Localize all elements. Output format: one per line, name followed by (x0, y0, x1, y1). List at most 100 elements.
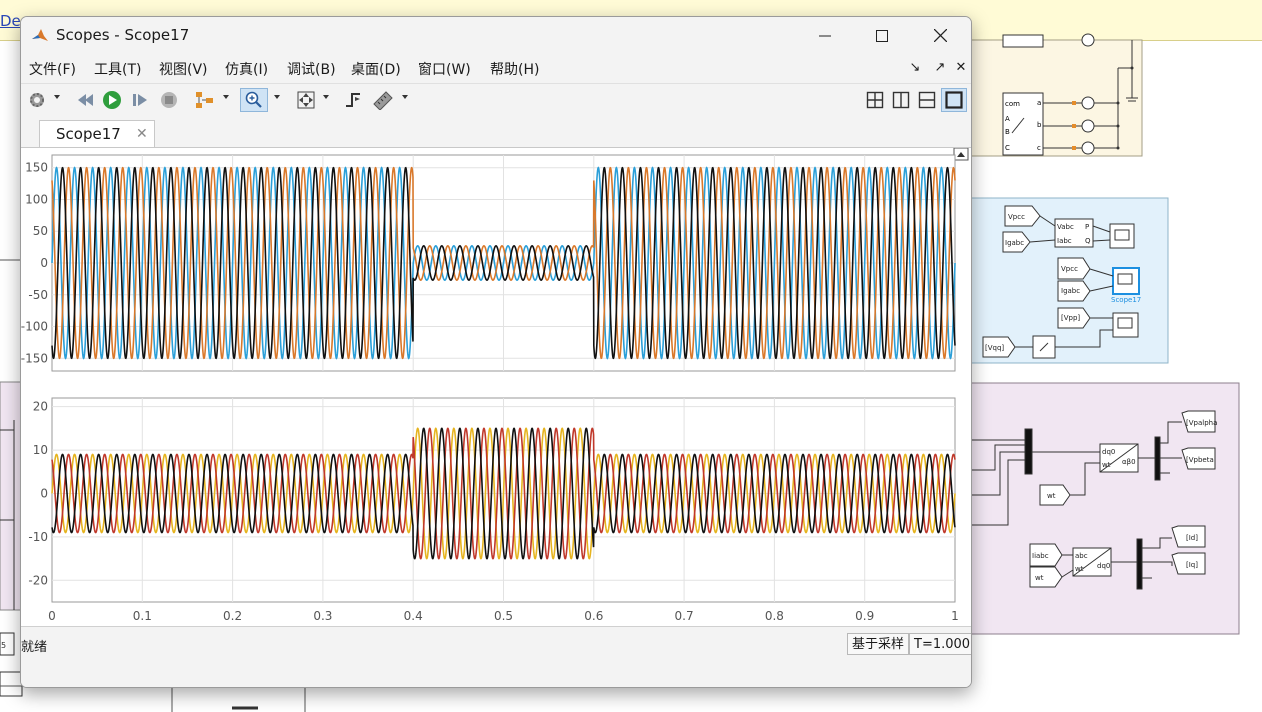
sample-mode-indicator: 基于采样 (847, 633, 910, 655)
x-tick-label: 0.8 (765, 609, 784, 623)
tab-label: Scope17 (56, 125, 121, 143)
layout-rows-icon (918, 91, 936, 109)
tab-strip: Scope17 ✕ (21, 117, 971, 148)
settings-button[interactable] (26, 88, 48, 112)
run-button[interactable] (101, 88, 123, 112)
breaker-c-out: c (1037, 144, 1041, 152)
stop-button[interactable] (158, 88, 180, 112)
wt-tag-2: wt (1035, 574, 1044, 582)
power-vabc-port: Vabc (1057, 223, 1074, 231)
id-tag: [Id] (1186, 534, 1198, 542)
wt-tag-1: wt (1047, 492, 1056, 500)
menu-file[interactable]: 文件(F) (29, 59, 76, 79)
status-bar: 就绪 基于采样 T=1.000 (21, 626, 971, 687)
y-tick-label: -100 (21, 320, 48, 334)
triggers-button[interactable] (343, 88, 365, 112)
y-tick-label: -20 (28, 573, 48, 587)
axes-1[interactable]: -150 -100 -50 0 50 100 150 (21, 154, 956, 372)
trigger-icon (346, 93, 360, 107)
play-icon (103, 91, 121, 109)
vpcc-tag-2: Vpcc (1061, 265, 1078, 273)
vpcc-tag-1: Vpcc (1008, 213, 1025, 221)
iiabc-tag: Iiabc (1032, 552, 1049, 560)
layout-columns-button[interactable] (890, 88, 912, 112)
maximize-button[interactable] (859, 17, 905, 54)
step-back-button[interactable] (75, 88, 97, 112)
status-text: 就绪 (21, 640, 48, 655)
scope17-block-label: Scope17 (1111, 296, 1141, 304)
highlight-block-button[interactable] (193, 88, 217, 112)
iq-tag: [Iq] (1186, 561, 1198, 569)
zoom-button[interactable] (240, 88, 268, 112)
tab-close-icon[interactable]: ✕ (136, 126, 148, 142)
measurements-button[interactable] (371, 88, 395, 112)
breaker-com-port: com (1005, 100, 1020, 108)
layout-single-button[interactable] (941, 88, 967, 112)
dq0-port: dq0 (1102, 448, 1115, 456)
igabc-tag-1: Igabc (1005, 239, 1024, 247)
close-doc-icon[interactable]: ✕ (953, 60, 969, 76)
breaker-a-out: a (1037, 99, 1041, 107)
layout-grid-button[interactable] (864, 88, 886, 112)
breaker-c-in: C (1005, 144, 1010, 152)
window-title: Scopes - Scope17 (56, 26, 190, 44)
scope-window: Scopes - Scope17 文件(F) 工具(T) 视图(V) 仿真(I)… (20, 16, 972, 688)
vqq-tag: [Vqq] (985, 344, 1004, 352)
x-tick-label: 0.4 (404, 609, 423, 623)
autoscale-icon (297, 91, 315, 109)
stop-icon (161, 92, 177, 108)
y-tick-label: 0 (40, 256, 48, 270)
minimize-button[interactable] (802, 17, 848, 54)
y-tick-label: 100 (25, 192, 48, 206)
autoscale-button[interactable] (294, 88, 318, 112)
autoscale-dropdown-icon[interactable] (323, 95, 329, 99)
breaker-b-out: b (1037, 121, 1042, 129)
x-tick-label: 0.6 (584, 609, 603, 623)
x-tick-label: 0 (48, 609, 56, 623)
x-tick-label: 0.3 (313, 609, 332, 623)
menu-view[interactable]: 视图(V) (159, 59, 208, 79)
layout-columns-icon (892, 91, 910, 109)
menu-debug[interactable]: 调试(B) (287, 59, 336, 79)
model-tree-icon (196, 92, 213, 108)
x-tick-label: 0.5 (494, 609, 513, 623)
tab-scope17[interactable]: Scope17 ✕ (39, 120, 155, 147)
step-forward-button[interactable] (129, 88, 151, 112)
menu-bar: 文件(F) 工具(T) 视图(V) 仿真(I) 调试(B) 桌面(D) 窗口(W… (21, 54, 971, 82)
dock-icon[interactable]: ↘ (907, 60, 923, 76)
vpalpha-tag: [Vpalpha (1186, 419, 1217, 427)
axes-2[interactable]: -20 -10 0 10 20 0 0.1 0.2 0.3 0.4 0.5 0.6 0.7 0.8 0.9 1 (28, 397, 959, 623)
abc-port: abc (1075, 552, 1088, 560)
step-forward-icon (133, 94, 147, 106)
highlight-dropdown-icon[interactable] (223, 95, 229, 99)
y-tick-label: 50 (33, 224, 48, 238)
layout-rows-button[interactable] (916, 88, 938, 112)
menu-window[interactable]: 窗口(W) (418, 59, 471, 79)
y-tick-label: -50 (28, 288, 48, 302)
measurements-dropdown-icon[interactable] (402, 95, 408, 99)
plot-area: -150 -100 -50 0 50 100 150 -20 -10 0 10 20 0 0.1 0.2 0.… (21, 147, 971, 626)
menu-desktop[interactable]: 桌面(D) (351, 59, 401, 79)
side-constant-label: 5 (1, 641, 6, 650)
zoom-in-icon (245, 91, 262, 108)
minimize-icon (819, 35, 831, 36)
undock-icon[interactable]: ↗ (932, 60, 948, 76)
zoom-dropdown-icon[interactable] (274, 95, 280, 99)
ruler-icon (373, 91, 393, 110)
menu-tools[interactable]: 工具(T) (94, 59, 141, 79)
alphabeta0-port: αβ0 (1122, 458, 1136, 466)
title-bar[interactable]: Scopes - Scope17 (21, 17, 971, 54)
menu-help[interactable]: 帮助(H) (490, 59, 539, 79)
wt-port-1: wt (1102, 461, 1111, 469)
power-iabc-port: Iabc (1057, 237, 1072, 245)
settings-dropdown-icon[interactable] (54, 95, 60, 99)
scope-plots: -150-100-50050100150-20-10010200 0.1 0.2 0.… (21, 147, 969, 623)
wt-port-2: wt (1075, 565, 1084, 573)
vpbeta-tag: [Vpbeta (1186, 456, 1214, 464)
time-readout: T=1.000 (909, 633, 971, 655)
x-tick-label: 0.7 (675, 609, 694, 623)
close-button[interactable] (917, 17, 963, 54)
menu-simulation[interactable]: 仿真(I) (225, 59, 268, 79)
step-back-icon (78, 94, 93, 106)
toolbar (21, 83, 971, 117)
